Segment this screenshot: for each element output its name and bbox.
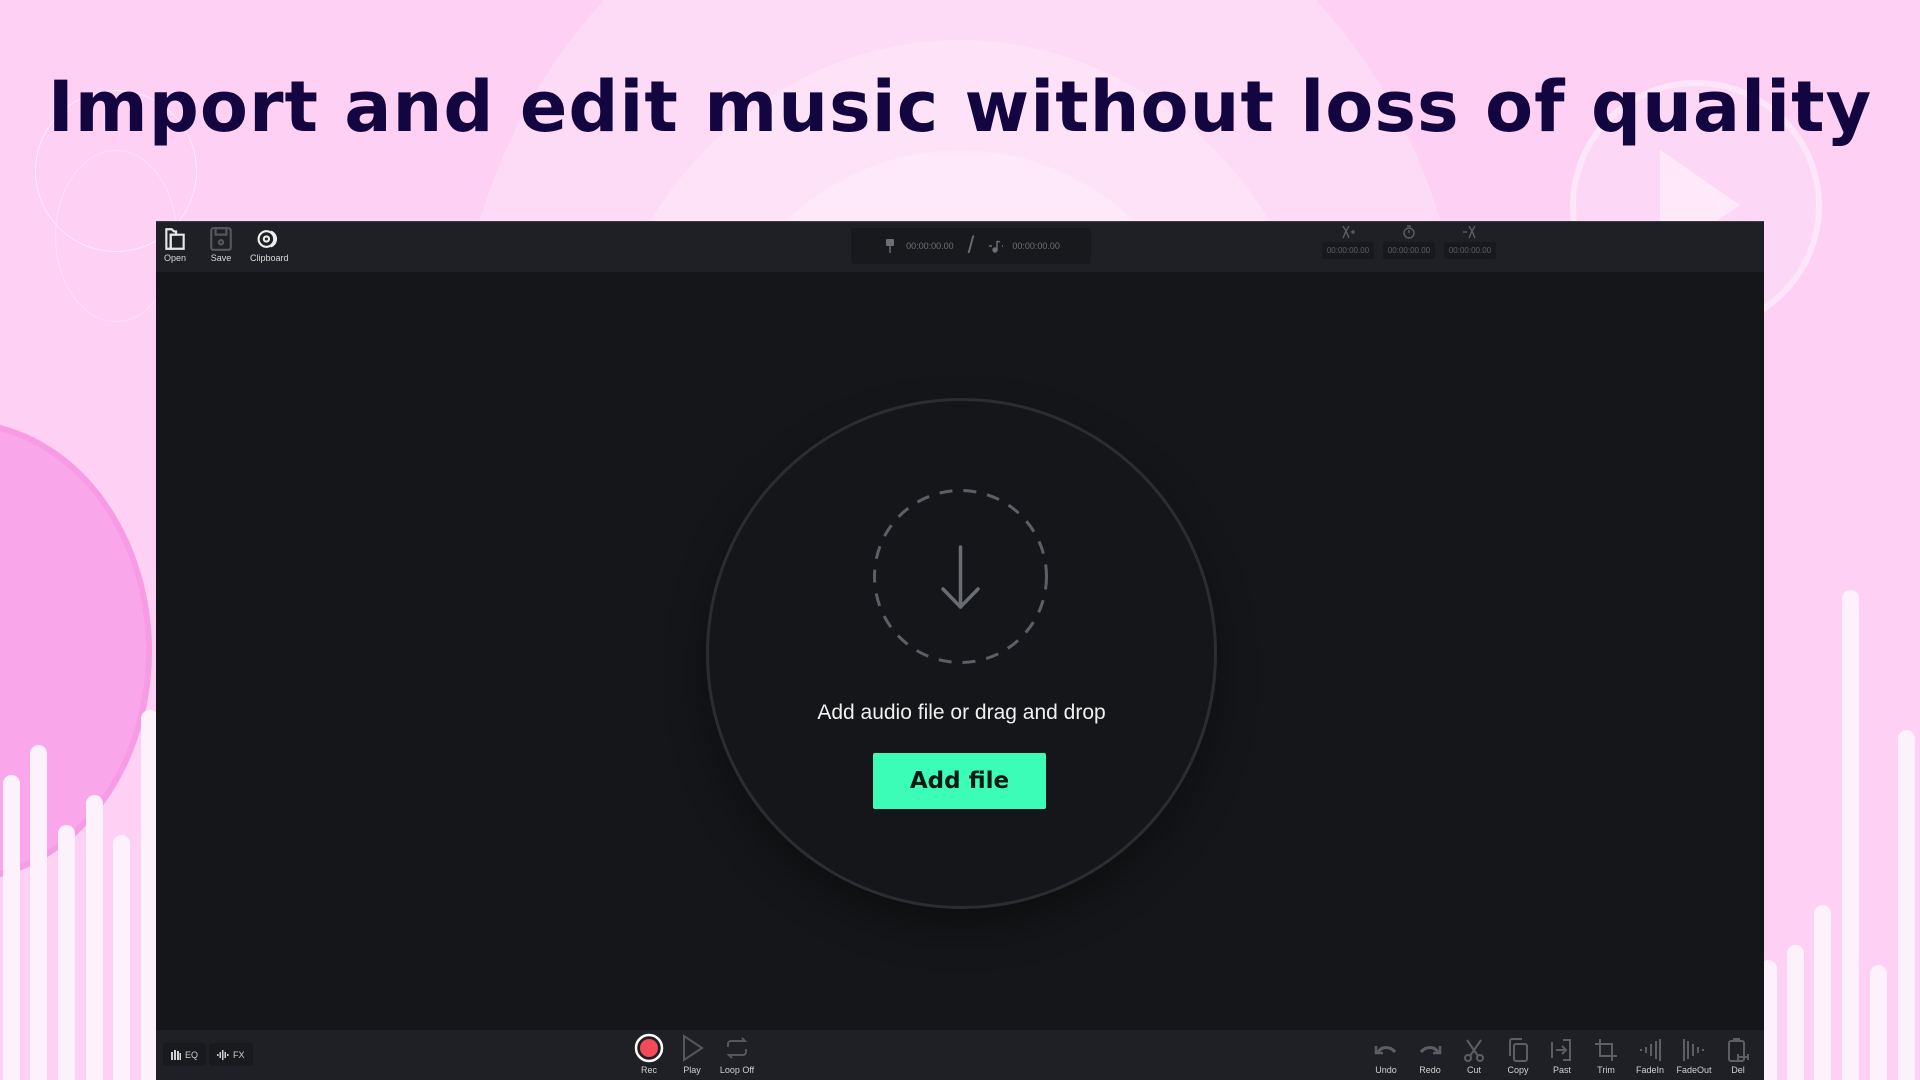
save-button[interactable]: Save: [208, 226, 234, 263]
clipboard-label: Clipboard: [250, 253, 289, 263]
play-button[interactable]: Play: [670, 1033, 714, 1075]
audio-editor-window: Open Save Clipboard 00:00:00.00 / 00:00:…: [156, 221, 1764, 1080]
background-pink-disc: [0, 420, 152, 882]
eq-button[interactable]: EQ: [163, 1043, 207, 1066]
trim-button[interactable]: Trim: [1584, 1036, 1628, 1075]
loop-label: Loop Off: [719, 1065, 755, 1075]
music-note-icon: [989, 240, 1004, 253]
trim-label: Trim: [1597, 1065, 1615, 1075]
selection-start: 00:00:00.00: [1322, 224, 1374, 259]
clipboard-disc-icon: [257, 230, 278, 248]
record-icon: [634, 1033, 664, 1063]
fade-out-button[interactable]: FadeOut: [1672, 1036, 1716, 1075]
paste-label: Past: [1552, 1065, 1571, 1075]
headline: Import and edit music without loss of qu…: [47, 66, 1873, 148]
selection-length: 00:00:00.00: [1383, 224, 1435, 259]
selection-start-field[interactable]: 00:00:00.00: [1322, 242, 1374, 259]
fade-in-button[interactable]: FadeIn: [1628, 1036, 1672, 1075]
background-bar: [1898, 730, 1915, 1080]
copy-label: Copy: [1507, 1065, 1529, 1075]
waveform-icon: [217, 1049, 229, 1060]
open-button[interactable]: Open: [162, 226, 188, 263]
selection-end: 00:00:00.00: [1444, 224, 1496, 259]
selection-start-icon: [1342, 225, 1355, 239]
crop-icon: [1595, 1039, 1617, 1061]
duration-time: 00:00:00.00: [1012, 241, 1060, 251]
background-bar: [3, 775, 20, 1080]
position-time: 00:00:00.00: [906, 241, 954, 251]
loop-icon: [726, 1037, 748, 1059]
fade-in-label: FadeIn: [1635, 1065, 1665, 1075]
copy-icon: [1509, 1038, 1528, 1062]
delete-label: Del: [1731, 1065, 1745, 1075]
fx-label: FX: [233, 1049, 245, 1060]
time-display: 00:00:00.00 / 00:00:00.00: [851, 228, 1091, 264]
background-bar: [58, 825, 75, 1080]
selection-length-field[interactable]: 00:00:00.00: [1383, 242, 1435, 259]
paste-button[interactable]: Past: [1540, 1036, 1584, 1075]
background-bar: [30, 745, 47, 1080]
selection-end-field[interactable]: 00:00:00.00: [1444, 242, 1496, 259]
delete-button[interactable]: Del: [1716, 1036, 1760, 1075]
download-arrow-icon: [873, 489, 1048, 664]
redo-label: Redo: [1419, 1065, 1441, 1075]
loop-button[interactable]: Loop Off: [715, 1033, 759, 1075]
clipboard-button[interactable]: Clipboard: [250, 226, 289, 263]
play-icon: [683, 1034, 704, 1062]
background-bar: [1787, 945, 1804, 1080]
scissors-icon: [1464, 1039, 1484, 1062]
background-bar: [113, 835, 130, 1080]
record-label: Rec: [640, 1065, 657, 1075]
background-bar: [1814, 905, 1831, 1080]
fade-out-icon: [1683, 1039, 1704, 1061]
paste-icon: [1551, 1039, 1571, 1061]
selection-end-icon: [1463, 225, 1476, 239]
background-bar: [86, 795, 103, 1080]
fade-out-label: FadeOut: [1676, 1065, 1712, 1075]
play-label: Play: [683, 1065, 701, 1075]
bottom-toolbar: EQ FX Rec Play Loop Off Undo Redo Cut Co…: [156, 1030, 1764, 1080]
drop-zone[interactable]: Add audio file or drag and drop Add file: [706, 398, 1217, 909]
background-bar: [1842, 590, 1859, 1080]
equalizer-icon: [171, 1049, 181, 1060]
top-toolbar: Open Save Clipboard 00:00:00.00 / 00:00:…: [156, 221, 1764, 272]
undo-icon: [1374, 1046, 1397, 1055]
background-bar: [1870, 965, 1887, 1080]
open-label: Open: [163, 253, 187, 263]
folder-open-icon: [165, 228, 185, 250]
drop-message: Add audio file or drag and drop: [817, 701, 1106, 724]
undo-label: Undo: [1375, 1065, 1397, 1075]
background-bars-right: [1760, 0, 1920, 1080]
save-label: Save: [210, 253, 232, 263]
add-file-button[interactable]: Add file: [873, 753, 1046, 809]
undo-button[interactable]: Undo: [1364, 1036, 1408, 1075]
redo-button[interactable]: Redo: [1408, 1036, 1452, 1075]
copy-button[interactable]: Copy: [1496, 1036, 1540, 1075]
redo-icon: [1419, 1046, 1442, 1055]
fx-button[interactable]: FX: [209, 1043, 253, 1066]
cut-button[interactable]: Cut: [1452, 1036, 1496, 1075]
fade-in-icon: [1640, 1039, 1661, 1061]
save-disk-icon: [210, 227, 232, 251]
record-button[interactable]: Rec: [627, 1033, 671, 1075]
delete-icon: [1728, 1038, 1749, 1062]
playhead-marker-icon: [886, 239, 895, 253]
stopwatch-icon: [1403, 225, 1415, 239]
cut-label: Cut: [1466, 1065, 1481, 1075]
time-separator: /: [967, 232, 975, 259]
eq-label: EQ: [185, 1049, 199, 1060]
background-bars-left: [0, 0, 160, 1080]
